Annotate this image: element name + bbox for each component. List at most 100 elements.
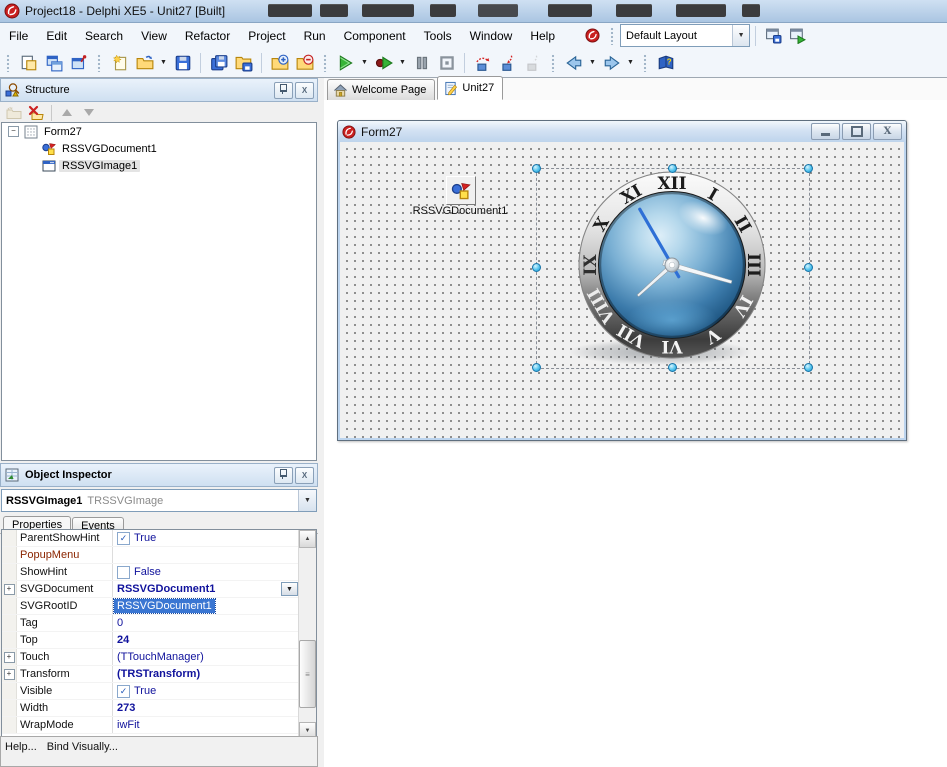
run-button[interactable] xyxy=(333,51,358,75)
checkbox-checked-icon[interactable]: ✓ xyxy=(117,532,130,545)
property-row-parentshowhint[interactable]: ParentShowHint✓True xyxy=(2,530,299,547)
menu-file[interactable]: File xyxy=(0,25,37,47)
form-maximize-button[interactable] xyxy=(842,123,871,140)
selection-handle-w[interactable] xyxy=(532,263,541,272)
move-up-button[interactable] xyxy=(56,103,78,122)
property-value[interactable]: False xyxy=(113,564,299,580)
tab-welcome-page[interactable]: Welcome Page xyxy=(327,79,435,100)
property-value[interactable]: RSSVGDocument1 xyxy=(113,598,299,614)
property-row-svgrootid[interactable]: SVGRootIDRSSVGDocument1 xyxy=(2,598,299,615)
trace-to-source-button[interactable] xyxy=(520,51,545,75)
help-contents-button[interactable] xyxy=(653,51,678,75)
menu-component[interactable]: Component xyxy=(335,25,415,47)
pin-button[interactable] xyxy=(274,82,293,99)
browse-back-options-dropdown[interactable]: ▼ xyxy=(586,51,599,75)
trace-into-button[interactable] xyxy=(495,51,520,75)
property-value[interactable]: (TRSTransform) xyxy=(113,666,299,682)
program-reset-button[interactable] xyxy=(434,51,459,75)
new-file-button[interactable] xyxy=(107,51,132,75)
remove-file-from-project-button[interactable] xyxy=(292,51,317,75)
open-file-button[interactable] xyxy=(132,51,157,75)
property-row-transform[interactable]: +Transform(TRSTransform) xyxy=(2,666,299,683)
property-row-popupmenu[interactable]: PopupMenu xyxy=(2,547,299,564)
browse-forward-button[interactable] xyxy=(599,51,624,75)
rssvgdocument-component[interactable] xyxy=(446,176,476,205)
set-debug-desktop-button[interactable] xyxy=(785,25,809,47)
form-designer-surface[interactable]: Form27 X RSSVGDocument1 xyxy=(324,100,947,767)
property-row-tag[interactable]: Tag0 xyxy=(2,615,299,632)
pin-button[interactable] xyxy=(274,467,293,484)
bind-visually-link[interactable]: Bind Visually... xyxy=(47,741,118,753)
form-minimize-button[interactable] xyxy=(811,123,840,140)
property-row-svgdocument[interactable]: +SVGDocumentRSSVGDocument1▼ xyxy=(2,581,299,598)
property-value[interactable]: ✓True xyxy=(113,683,299,699)
open-file-dropdown[interactable]: ▼ xyxy=(157,51,170,75)
property-expander[interactable]: + xyxy=(4,669,15,680)
window-titlebar[interactable]: Project18 - Delphi XE5 - Unit27 [Built] xyxy=(0,0,947,23)
pause-button[interactable] xyxy=(409,51,434,75)
run-options-dropdown[interactable]: ▼ xyxy=(358,51,371,75)
selection-handle-e[interactable] xyxy=(804,263,813,272)
menu-help[interactable]: Help xyxy=(521,25,564,47)
selection-handle-s[interactable] xyxy=(668,363,677,372)
menu-window[interactable]: Window xyxy=(461,25,522,47)
structure-panel-header[interactable]: Structure X xyxy=(0,78,318,102)
selection-handle-sw[interactable] xyxy=(532,363,541,372)
tab-unit27[interactable]: Unit27 xyxy=(437,76,503,100)
checkbox-checked-icon[interactable]: ✓ xyxy=(117,685,130,698)
property-row-top[interactable]: Top24 xyxy=(2,632,299,649)
move-down-button[interactable] xyxy=(78,103,100,122)
tree-item-rssvgimage1[interactable]: RSSVGImage1 xyxy=(2,157,316,174)
chevron-down-icon[interactable]: ▼ xyxy=(298,490,316,511)
property-value[interactable]: iwFit xyxy=(113,717,299,733)
chevron-down-icon[interactable]: ▼ xyxy=(732,25,749,46)
new-items-button[interactable] xyxy=(16,51,41,75)
property-value[interactable]: RSSVGDocument1▼ xyxy=(113,581,299,597)
menu-view[interactable]: View xyxy=(132,25,176,47)
property-value[interactable]: (TTouchManager) xyxy=(113,649,299,665)
selection-handle-ne[interactable] xyxy=(804,164,813,173)
tree-item-form27[interactable]: −Form27 xyxy=(2,123,316,140)
menu-run[interactable]: Run xyxy=(295,25,335,47)
property-value[interactable]: 24 xyxy=(113,632,299,648)
scroll-up-button[interactable]: ▲ xyxy=(299,530,316,548)
menu-search[interactable]: Search xyxy=(76,25,132,47)
run-without-debugging-button[interactable] xyxy=(371,51,396,75)
menu-project[interactable]: Project xyxy=(239,25,294,47)
tree-expander[interactable]: − xyxy=(8,126,19,137)
property-row-wrapmode[interactable]: WrapModeiwFit xyxy=(2,717,299,734)
delete-item-button[interactable] xyxy=(25,103,47,122)
new-item-button[interactable] xyxy=(3,103,25,122)
view-form-list-button[interactable] xyxy=(41,51,66,75)
selection-handle-se[interactable] xyxy=(804,363,813,372)
open-project-button[interactable] xyxy=(231,51,256,75)
property-row-width[interactable]: Width273 xyxy=(2,700,299,717)
menu-tools[interactable]: Tools xyxy=(415,25,461,47)
help-insight-button[interactable] xyxy=(580,25,604,47)
scrollbar-thumb[interactable]: ≡ xyxy=(299,640,316,708)
menu-refactor[interactable]: Refactor xyxy=(176,25,239,47)
close-button[interactable]: X xyxy=(295,82,314,99)
property-row-visible[interactable]: Visible✓True xyxy=(2,683,299,700)
form-close-button[interactable]: X xyxy=(873,123,902,140)
close-button[interactable]: X xyxy=(295,467,314,484)
rssvgimage-control[interactable]: XIIIIIIIIIVVVIVIIVIIIIXXXI xyxy=(536,168,808,367)
tree-item-rssvgdocument1[interactable]: RSSVGDocument1 xyxy=(2,140,316,157)
property-expander[interactable]: + xyxy=(4,652,15,663)
form-client-area[interactable]: RSSVGDocument1 xyxy=(340,142,904,438)
desktop-layout-combo[interactable]: Default Layout ▼ xyxy=(620,24,750,47)
help-link[interactable]: Help... xyxy=(5,741,37,753)
property-value[interactable]: ✓True xyxy=(113,530,299,546)
property-expander[interactable]: + xyxy=(4,584,15,595)
save-all-button[interactable] xyxy=(206,51,231,75)
form-titlebar[interactable]: Form27 X xyxy=(338,121,906,142)
menu-edit[interactable]: Edit xyxy=(37,25,76,47)
selection-handle-nw[interactable] xyxy=(532,164,541,173)
save-current-desktop-button[interactable] xyxy=(761,25,785,47)
object-inspector-header[interactable]: Object Inspector X xyxy=(0,463,318,487)
designed-form-window[interactable]: Form27 X RSSVGDocument1 xyxy=(337,120,907,441)
instance-selector-combo[interactable]: RSSVGImage1 TRSSVGImage ▼ xyxy=(1,489,317,512)
property-dropdown-button[interactable]: ▼ xyxy=(281,582,298,596)
checkbox-unchecked-icon[interactable] xyxy=(117,566,130,579)
browse-back-button[interactable] xyxy=(561,51,586,75)
